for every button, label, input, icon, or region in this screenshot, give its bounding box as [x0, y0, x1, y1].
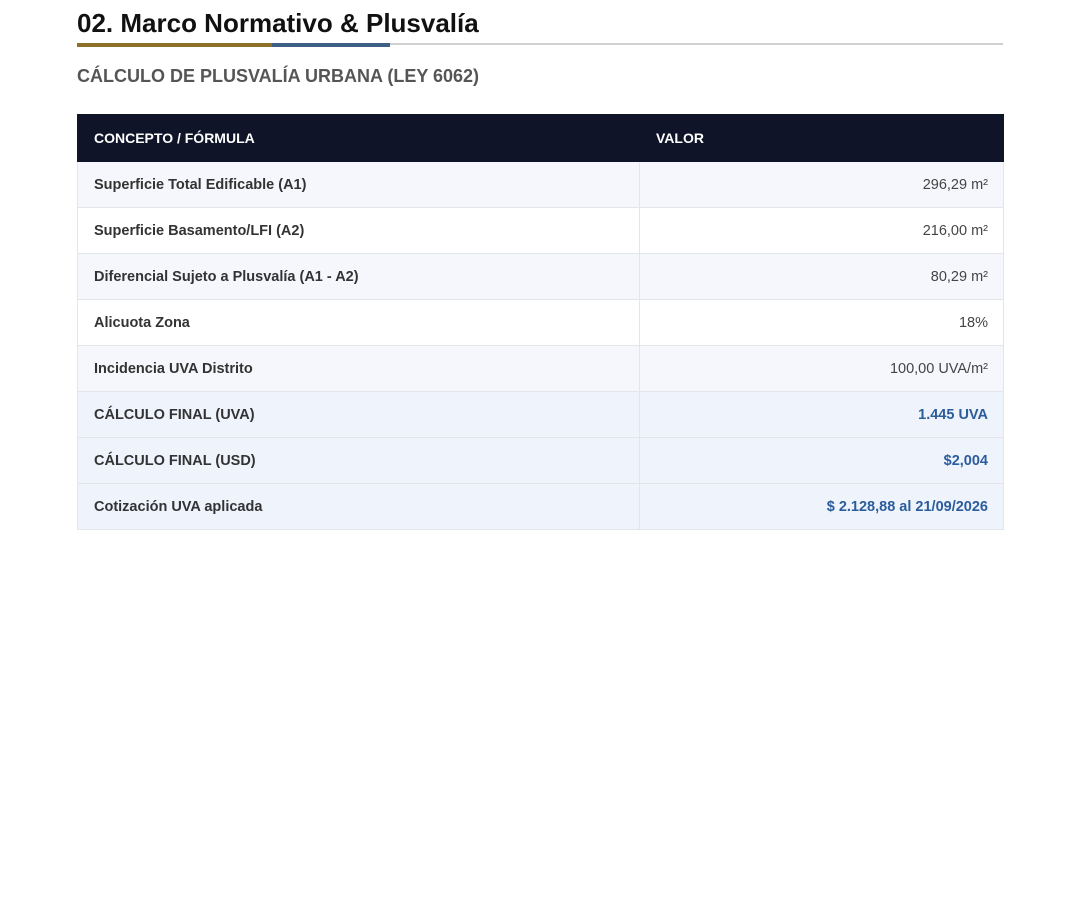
- row-value: 80,29 m²: [639, 253, 1004, 300]
- row-value: 18%: [639, 299, 1004, 346]
- plusvalia-table: CONCEPTO / FÓRMULA VALOR Superficie Tota…: [77, 114, 1004, 530]
- title-accent-gold: [77, 43, 272, 47]
- section-subtitle: CÁLCULO DE PLUSVALÍA URBANA (LEY 6062): [77, 66, 480, 86]
- header-valor: VALOR: [639, 114, 1004, 162]
- table-row: Diferencial Sujeto a Plusvalía (A1 - A2)…: [77, 253, 1004, 300]
- header-concepto: CONCEPTO / FÓRMULA: [77, 114, 640, 162]
- table-row: Superficie Basamento/LFI (A2) 216,00 m²: [77, 207, 1004, 254]
- table-row: Superficie Total Edificable (A1) 296,29 …: [77, 161, 1004, 208]
- result-row-uva: CÁLCULO FINAL (UVA) 1.445 UVA: [77, 391, 1004, 438]
- table-row: Incidencia UVA Distrito 100,00 UVA/m²: [77, 345, 1004, 392]
- result-value: 1.445 UVA: [639, 391, 1004, 438]
- result-concept: CÁLCULO FINAL (UVA): [77, 391, 640, 438]
- result-value: $ 2.128,88 al 21/09/2026: [639, 483, 1004, 530]
- table-header-row: CONCEPTO / FÓRMULA VALOR: [77, 114, 1004, 162]
- result-row-cotizacion: Cotización UVA aplicada $ 2.128,88 al 21…: [77, 483, 1004, 530]
- table-row: Alicuota Zona 18%: [77, 299, 1004, 346]
- result-concept: Cotización UVA aplicada: [77, 483, 640, 530]
- row-concept: Diferencial Sujeto a Plusvalía (A1 - A2): [77, 253, 640, 300]
- title-accent-blue: [272, 43, 390, 47]
- row-value: 296,29 m²: [639, 161, 1004, 208]
- row-concept: Incidencia UVA Distrito: [77, 345, 640, 392]
- row-concept: Superficie Basamento/LFI (A2): [77, 207, 640, 254]
- result-row-usd: CÁLCULO FINAL (USD) $2,004: [77, 437, 1004, 484]
- row-value: 216,00 m²: [639, 207, 1004, 254]
- section-title: 02. Marco Normativo & Plusvalía: [77, 8, 479, 38]
- result-value: $2,004: [639, 437, 1004, 484]
- row-concept: Superficie Total Edificable (A1): [77, 161, 640, 208]
- result-concept: CÁLCULO FINAL (USD): [77, 437, 640, 484]
- row-value: 100,00 UVA/m²: [639, 345, 1004, 392]
- row-concept: Alicuota Zona: [77, 299, 640, 346]
